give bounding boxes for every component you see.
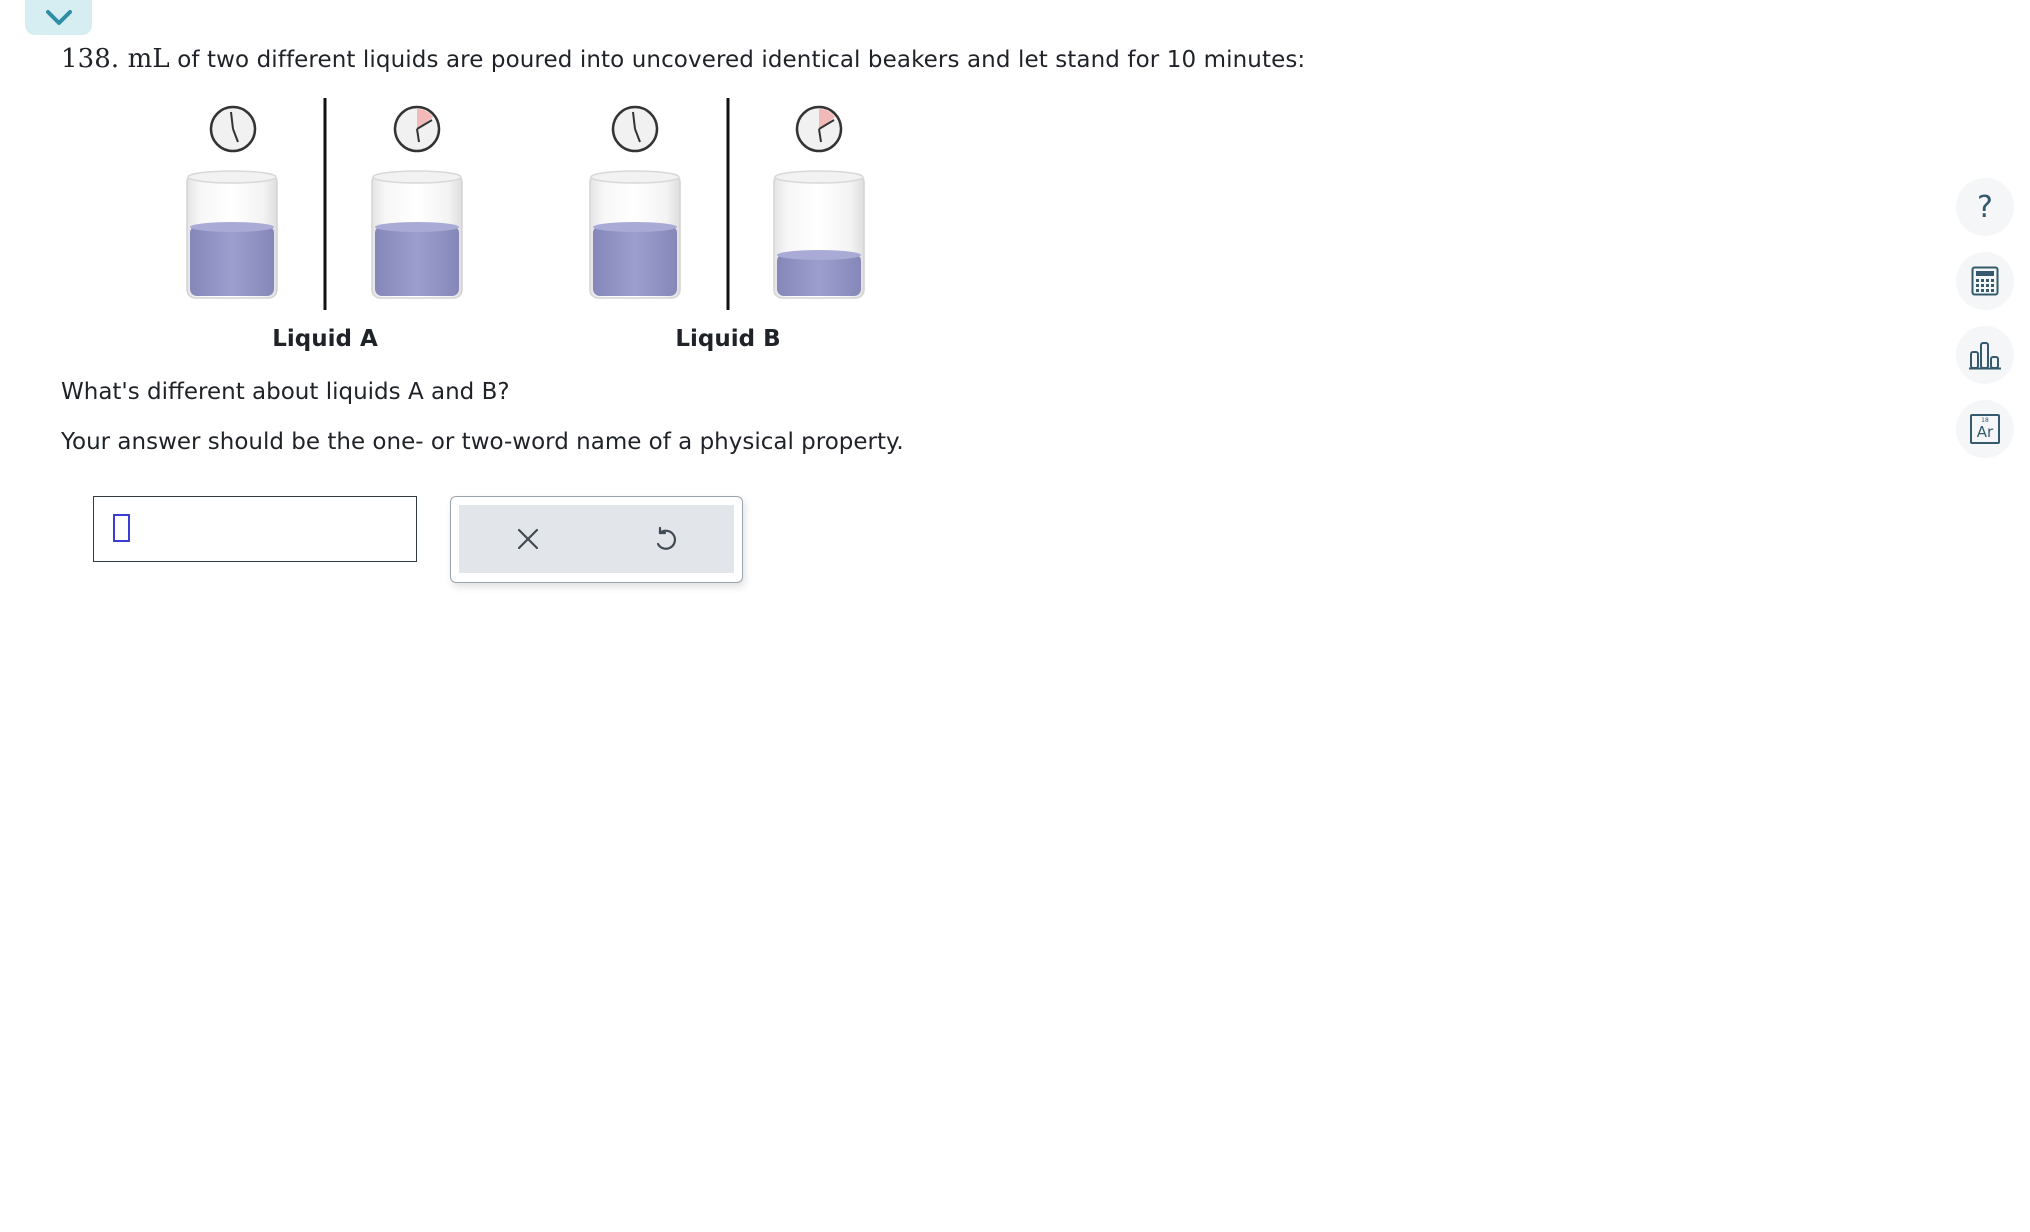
periodic-element: Ar [1976,423,1994,441]
liquid-quantity: 138. mL [61,44,170,74]
calculator-button[interactable] [1956,252,2014,310]
liquid-a-before-clock [209,105,257,153]
close-icon [517,528,538,550]
data-chart-button[interactable] [1956,326,2014,384]
input-cursor [113,514,130,542]
problem-statement: 138. mL of two different liquids are pou… [61,44,1305,74]
liquid-b-before-beaker [589,170,681,299]
beaker-illustration [186,98,865,310]
liquid-a-after-beaker [371,170,463,299]
periodic-table-icon: 18 Ar [1970,414,2000,444]
liquid-b-after-clock [795,105,843,153]
calculator-icon [1971,266,1999,296]
instruction-text: Your answer should be the one- or two-wo… [61,429,904,455]
help-button[interactable]: ? [1956,178,2014,236]
undo-icon [657,526,677,550]
action-button-group [459,505,734,573]
liquid-b-label: Liquid B [675,326,781,352]
bar-chart-icon [1969,342,2001,370]
question-text: What's different about liquids A and B? [61,379,510,405]
liquid-a-before-beaker [186,170,278,299]
beaker-figure: Liquid A Liquid B [150,96,920,366]
question-icon: ? [1977,189,1993,225]
liquid-a-label: Liquid A [272,326,378,352]
liquid-b-after-beaker [773,170,865,299]
periodic-table-button[interactable]: 18 Ar [1956,400,2014,458]
clear-button[interactable] [498,509,558,569]
chevron-down-icon [45,9,72,25]
answer-input[interactable] [93,496,417,562]
answer-action-panel [450,496,743,583]
liquid-b-before-clock [611,105,659,153]
collapse-toggle-button[interactable] [25,0,92,35]
statement-text: of two different liquids are poured into… [177,47,1306,73]
undo-button[interactable] [635,509,695,569]
liquid-a-after-clock [393,105,441,153]
